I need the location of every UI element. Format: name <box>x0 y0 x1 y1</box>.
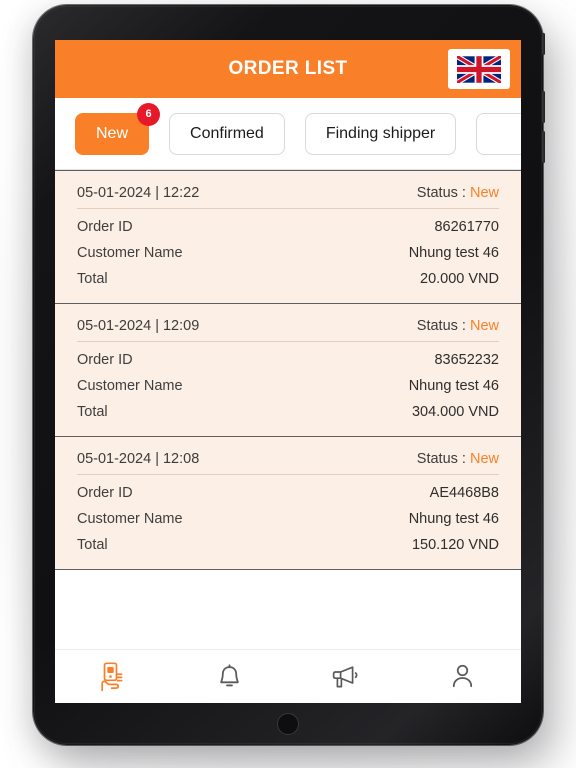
flag-uk-icon <box>457 55 501 83</box>
order-row-customer-name: Customer Name Nhung test 46 <box>77 501 499 527</box>
tab-finding-shipper[interactable]: Finding shipper <box>304 112 457 155</box>
order-id-value: AE4468B8 <box>429 485 499 501</box>
order-card[interactable]: 05-01-2024 | 12:22 Status : New Order ID 86… <box>55 170 521 304</box>
order-row-order-total: Total 150.120 VND <box>77 527 499 553</box>
nav-item-person[interactable] <box>405 650 522 703</box>
order-id-value: 86261770 <box>434 219 499 235</box>
order-card[interactable]: 05-01-2024 | 12:09 Status : New Order ID 83… <box>55 304 521 437</box>
order-total-label: Total <box>77 271 108 287</box>
customer-name-label: Customer Name <box>77 511 183 527</box>
customer-name-value: Nhung test 46 <box>408 511 499 527</box>
order-id-value: 83652232 <box>434 352 499 368</box>
order-card-header: 05-01-2024 | 12:22 Status : New <box>77 185 499 209</box>
tab-label: Finding shipper <box>325 124 436 142</box>
order-row-customer-name: Customer Name Nhung test 46 <box>77 235 499 261</box>
customer-name-value: Nhung test 46 <box>408 378 499 394</box>
nav-item-bell[interactable] <box>172 650 289 703</box>
order-row-order-id: Order ID 86261770 <box>77 209 499 235</box>
status-badge: Status : New <box>417 451 499 467</box>
order-datetime: 05-01-2024 | 12:09 <box>77 318 200 334</box>
order-datetime: 05-01-2024 | 12:22 <box>77 185 200 201</box>
tab-label: New <box>96 124 129 142</box>
customer-name-label: Customer Name <box>77 378 183 394</box>
tab-badge-count: 6 <box>137 102 161 126</box>
tab-label: Confirmed <box>190 124 264 142</box>
order-datetime: 05-01-2024 | 12:08 <box>77 451 200 467</box>
app-header: ORDER LIST <box>55 40 521 98</box>
customer-name-value: Nhung test 46 <box>408 245 499 261</box>
volume-up-button[interactable] <box>542 91 545 123</box>
status-badge: Status : New <box>417 185 499 201</box>
order-total-label: Total <box>77 537 108 553</box>
bell-icon <box>217 663 242 690</box>
order-id-label: Order ID <box>77 352 133 368</box>
status-tab-strip[interactable]: New 6 Confirmed Finding shipper <box>55 98 521 170</box>
order-total-label: Total <box>77 404 108 420</box>
order-card-header: 05-01-2024 | 12:08 Status : New <box>77 451 499 475</box>
power-button[interactable] <box>542 33 545 55</box>
status-label: Status : <box>416 318 466 334</box>
tab-new[interactable]: New 6 <box>75 102 161 155</box>
status-value: New <box>469 318 499 334</box>
status-label: Status : <box>416 185 466 201</box>
order-row-order-id: Order ID 83652232 <box>77 342 499 368</box>
order-total-value: 304.000 VND <box>411 404 499 420</box>
nav-item-hand-holding-phone[interactable] <box>55 650 172 703</box>
order-list[interactable]: 05-01-2024 | 12:22 Status : New Order ID 86… <box>55 170 521 649</box>
language-switch-button[interactable] <box>448 49 510 89</box>
order-row-customer-name: Customer Name Nhung test 46 <box>77 368 499 394</box>
customer-name-label: Customer Name <box>77 245 183 261</box>
status-badge: Status : New <box>417 318 499 334</box>
volume-down-button[interactable] <box>542 131 545 163</box>
status-label: Status : <box>416 451 466 467</box>
home-button[interactable] <box>277 713 299 735</box>
page-title: ORDER LIST <box>228 58 348 79</box>
order-card[interactable]: 05-01-2024 | 12:08 Status : New Order ID AE… <box>55 437 521 570</box>
nav-item-megaphone[interactable] <box>288 650 405 703</box>
order-row-order-id: Order ID AE4468B8 <box>77 475 499 501</box>
hand-holding-phone-icon <box>100 661 126 692</box>
order-total-value: 20.000 VND <box>420 271 499 287</box>
person-icon <box>450 663 475 690</box>
tab-confirmed[interactable]: Confirmed <box>169 112 285 155</box>
order-row-order-total: Total 304.000 VND <box>77 394 499 420</box>
bottom-navigation-bar[interactable] <box>55 649 521 703</box>
tablet-device-frame: ORDER LIST New 6 Confirmed Finding shipper … <box>33 5 545 745</box>
order-total-value: 150.120 VND <box>411 537 499 553</box>
order-card-header: 05-01-2024 | 12:09 Status : New <box>77 318 499 342</box>
status-value: New <box>469 451 499 467</box>
tab-overflow[interactable] <box>476 112 521 155</box>
order-id-label: Order ID <box>77 485 133 501</box>
order-id-label: Order ID <box>77 219 133 235</box>
megaphone-icon <box>331 664 361 690</box>
device-screen: ORDER LIST New 6 Confirmed Finding shipper … <box>55 40 521 703</box>
order-row-order-total: Total 20.000 VND <box>77 261 499 287</box>
status-value: New <box>469 185 499 201</box>
